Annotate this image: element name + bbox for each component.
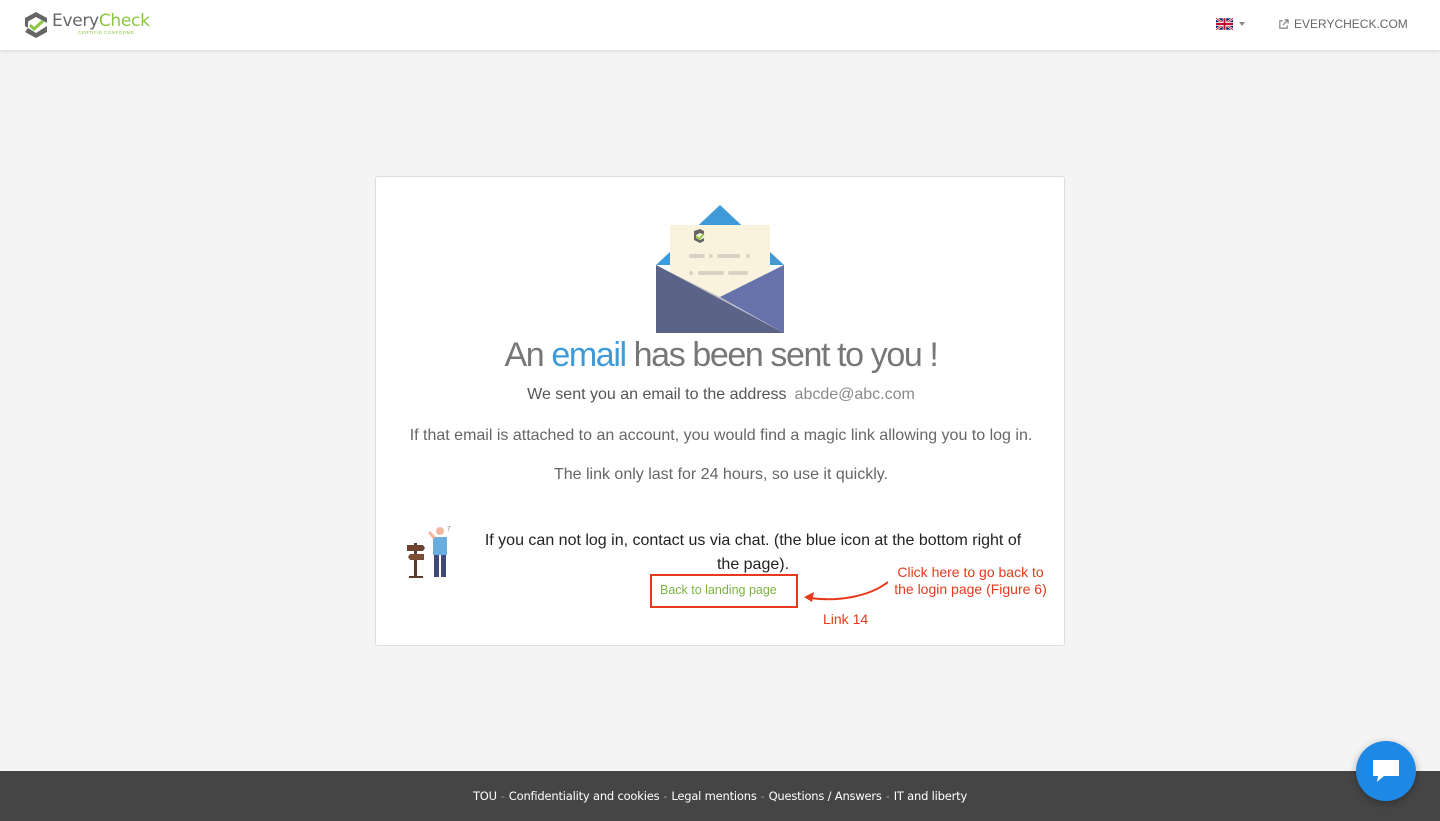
chevron-down-icon: [1239, 22, 1245, 26]
footer-link-it-liberty[interactable]: IT and liberty: [894, 789, 968, 803]
headline-accent: email: [551, 336, 627, 374]
brand-tagline: CERTIFIÉ CONFORME: [78, 30, 135, 35]
confused-person-signpost-icon: ?: [407, 525, 451, 578]
footer-link-confidentiality[interactable]: Confidentiality and cookies: [509, 789, 660, 803]
external-link-icon: [1279, 18, 1289, 29]
footer-link-legal[interactable]: Legal mentions: [671, 789, 756, 803]
envelope-illustration-icon: [656, 205, 784, 333]
uk-flag-icon: [1216, 18, 1233, 30]
footer-separator: -: [500, 789, 505, 803]
annotation-arrow-icon: [804, 581, 889, 602]
annotation-line-1: Click here to go back to: [897, 564, 1044, 580]
chat-button[interactable]: [1356, 741, 1416, 801]
footer-separator: -: [760, 789, 765, 803]
annotation-callout: Click here to go back to the login page …: [888, 564, 1053, 598]
footer-links: TOU - Confidentiality and cookies - Lega…: [473, 789, 967, 803]
language-selector[interactable]: [1216, 18, 1245, 30]
annotation-link-number: Link 14: [823, 611, 869, 627]
page-title: An email has been sent to you !: [376, 335, 1066, 375]
back-to-landing-link[interactable]: Back to landing page: [660, 583, 777, 597]
annotation-line-2: the login page (Figure 6): [894, 581, 1047, 597]
magic-link-info: If that email is attached to an account,…: [409, 427, 1033, 444]
sent-message: We sent you an email to the address abcde…: [376, 385, 1066, 405]
brand-name-check: Check: [98, 11, 150, 31]
link-expiry-info: The link only last for 24 hours, so use …: [553, 466, 889, 483]
top-navbar: EveryCheck CERTIFIÉ CONFORME EVERYCHECK.…: [0, 0, 1440, 50]
headline-prefix: An: [504, 336, 552, 374]
everycheck-logo-icon: [25, 12, 47, 38]
headline-suffix: has been sent to you !: [625, 336, 939, 374]
footer-separator: -: [663, 789, 668, 803]
footer-separator: -: [885, 789, 890, 803]
everycheck-logo[interactable]: EveryCheck CERTIFIÉ CONFORME: [24, 11, 150, 39]
chat-bubble-icon: [1373, 760, 1399, 782]
everycheck-website-label: EVERYCHECK.COM: [1294, 17, 1408, 31]
sent-text: We sent you an email to the address: [527, 386, 787, 403]
footer: TOU - Confidentiality and cookies - Lega…: [0, 771, 1440, 821]
everycheck-website-link[interactable]: EVERYCHECK.COM: [1278, 17, 1408, 31]
brand-name-every: Every: [52, 11, 99, 31]
footer-link-tou[interactable]: TOU: [473, 789, 497, 803]
footer-link-faq[interactable]: Questions / Answers: [769, 789, 882, 803]
svg-text:?: ?: [447, 525, 451, 533]
email-address: abcde@abc.com: [794, 386, 915, 403]
